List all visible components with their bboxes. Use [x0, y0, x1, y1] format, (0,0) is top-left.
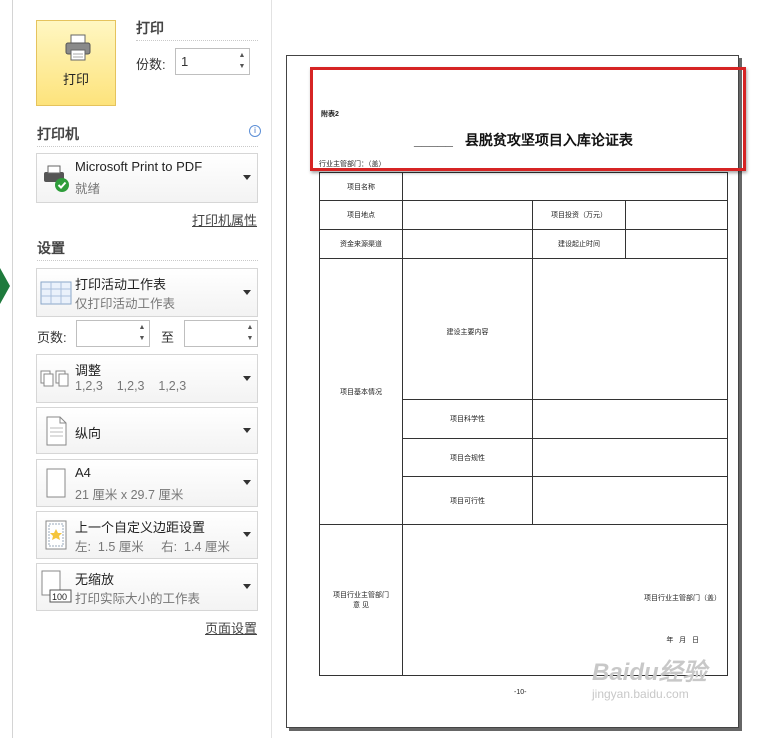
printer-header: 打印机 — [37, 126, 79, 142]
no-scaling-icon: 100 — [41, 570, 72, 603]
collate-dropdown[interactable]: 调整 1,2,3 1,2,3 1,2,3 — [36, 354, 258, 403]
table-cell: 资金来源渠道 — [319, 229, 403, 259]
collate-icon — [40, 370, 69, 387]
table-cell: 项目基本情况 — [319, 258, 403, 525]
margins-icon — [45, 520, 67, 550]
table-cell — [532, 438, 728, 477]
copies-label: 份数: — [136, 57, 166, 72]
spin-up-icon[interactable]: ▲ — [238, 52, 246, 60]
chevron-down-icon — [243, 427, 251, 433]
copies-value: 1 — [181, 54, 189, 69]
highlight-box — [310, 67, 746, 171]
divider — [136, 40, 258, 42]
table-cell — [532, 476, 728, 525]
orientation-dropdown[interactable]: 纵向 — [36, 407, 258, 454]
printer-status: 就绪 — [75, 182, 101, 196]
portrait-page-icon — [46, 416, 67, 446]
table-cell: 项目行业主管部门 意 见 — [319, 524, 403, 676]
scaling-dropdown[interactable]: 100 无缩放 打印实际大小的工作表 — [36, 563, 258, 611]
table-cell: 项目科学性 — [402, 399, 533, 439]
table-cell: 项目可行性 — [402, 476, 533, 525]
table-cell — [402, 200, 533, 230]
print-scope-title: 打印活动工作表 — [75, 277, 167, 292]
pages-to-spinner[interactable]: ▲ ▼ — [184, 320, 258, 347]
table-cell — [402, 229, 533, 259]
pages-from-spinner[interactable]: ▲ ▼ — [76, 320, 150, 347]
info-icon[interactable]: i — [249, 125, 261, 137]
spin-down-icon[interactable]: ▼ — [238, 63, 246, 71]
svg-text:100: 100 — [52, 592, 67, 602]
table-cell — [532, 399, 728, 439]
printer-name: Microsoft Print to PDF — [75, 159, 203, 174]
backstage-nav-strip — [0, 0, 13, 738]
pages-label: 页数: — [37, 330, 67, 345]
print-scope-subtitle: 仅打印活动工作表 — [75, 297, 176, 311]
print-button[interactable]: 打印 — [36, 20, 116, 106]
form-table: 项目名称 项目地点 项目投资（万元） 资金来源渠道 建设起止时间 项目基本情况 … — [319, 172, 728, 676]
print-scope-dropdown[interactable]: 打印活动工作表 仅打印活动工作表 — [36, 268, 258, 317]
printer-dropdown[interactable]: Microsoft Print to PDF 就绪 — [36, 153, 258, 203]
spin-down-icon[interactable]: ▼ — [138, 335, 146, 343]
table-cell — [625, 200, 728, 230]
dept-opinion-line-1: 项目行业主管部门 — [333, 592, 389, 599]
printer-properties-link[interactable]: 打印机属性 — [192, 210, 257, 229]
margins-subtitle: 左: 1.5 厘米 右: 1.4 厘米 — [75, 540, 230, 554]
table-cell — [625, 229, 728, 259]
copies-spinner[interactable]: 1 ▲ ▼ — [175, 48, 250, 75]
margins-title: 上一个自定义边距设置 — [75, 520, 206, 535]
date-text: 年 月 日 — [666, 637, 699, 644]
table-cell: 项目地点 — [319, 200, 403, 230]
settings-header: 设置 — [37, 240, 65, 256]
paper-size-dropdown[interactable]: A4 21 厘米 x 29.7 厘米 — [36, 459, 258, 507]
margins-dropdown[interactable]: 上一个自定义边距设置 左: 1.5 厘米 右: 1.4 厘米 — [36, 511, 258, 559]
table-cell: 项目投资（万元） — [532, 200, 626, 230]
paper-size-title: A4 — [75, 465, 91, 480]
spin-down-icon[interactable]: ▼ — [246, 335, 254, 343]
scaling-subtitle: 打印实际大小的工作表 — [75, 592, 201, 606]
table-cell: 项目合规性 — [402, 438, 533, 477]
print-button-label: 打印 — [62, 72, 89, 87]
table-cell — [532, 258, 728, 400]
watermark: Baidu经验 jingyan.baidu.com — [592, 652, 742, 701]
spin-up-icon[interactable]: ▲ — [246, 324, 254, 332]
watermark-logo: Baidu经验 — [592, 659, 707, 686]
collate-subtitle: 1,2,3 1,2,3 1,2,3 — [75, 379, 187, 393]
page-number: -10- — [514, 689, 527, 696]
watermark-url: jingyan.baidu.com — [592, 687, 689, 701]
printer-icon — [65, 34, 91, 61]
divider — [37, 260, 258, 262]
spin-up-icon[interactable]: ▲ — [138, 324, 146, 332]
chevron-down-icon — [243, 175, 251, 180]
collate-title: 调整 — [75, 363, 102, 378]
table-cell: 项目名称 — [319, 172, 403, 201]
page-setup-link[interactable]: 页面设置 — [205, 618, 257, 637]
paper-icon — [46, 468, 66, 498]
paper-size-subtitle: 21 厘米 x 29.7 厘米 — [75, 488, 184, 502]
chevron-down-icon — [243, 532, 251, 537]
dept-opinion-line-2: 意 见 — [353, 602, 369, 609]
chevron-down-icon — [243, 375, 251, 381]
pages-to-label: 至 — [161, 330, 175, 345]
seal-text: 项目行业主管部门（盖） — [644, 595, 721, 602]
printer-ready-icon — [44, 165, 69, 192]
orientation-title: 纵向 — [75, 426, 102, 441]
chevron-down-icon — [243, 289, 251, 295]
print-header: 打印 — [136, 20, 164, 36]
divider — [37, 146, 258, 148]
table-cell: 建设主要内容 — [402, 258, 533, 400]
chevron-down-icon — [243, 584, 251, 589]
scaling-title: 无缩放 — [75, 572, 115, 587]
worksheet-icon — [40, 281, 72, 305]
table-cell — [402, 172, 728, 201]
selected-nav-arrow — [0, 268, 10, 304]
table-cell: 建设起止时间 — [532, 229, 626, 259]
chevron-down-icon — [243, 480, 251, 485]
